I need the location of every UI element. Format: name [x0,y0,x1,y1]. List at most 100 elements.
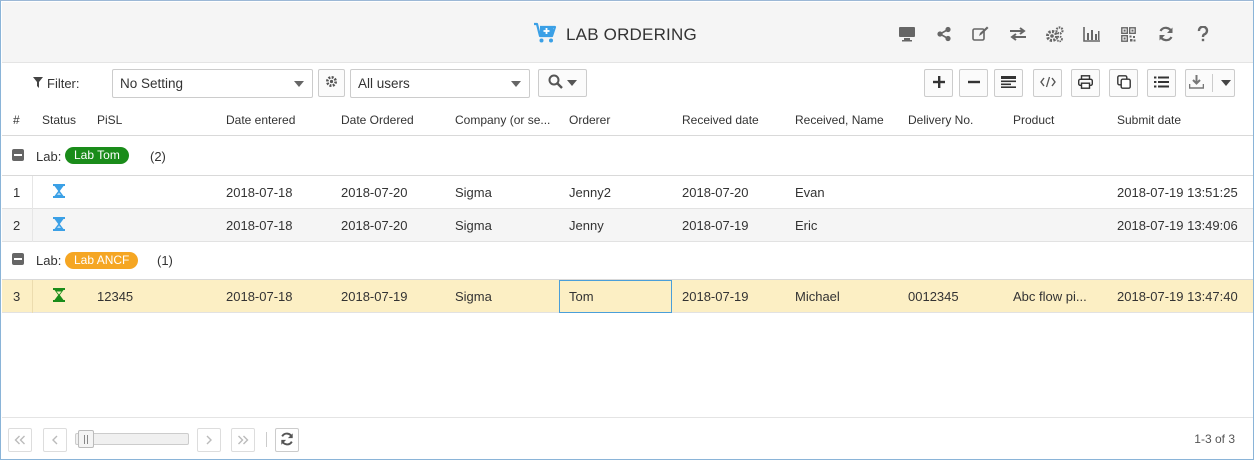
cell-submit-date: 2018-07-19 13:51:25 [1117,185,1238,200]
refresh-icon[interactable] [1147,24,1184,44]
cell-received-name: Michael [795,289,840,304]
chevron-down-icon[interactable] [1221,80,1231,86]
cell-orderer[interactable]: Tom [569,289,594,304]
copy-button[interactable] [1109,69,1138,97]
refresh-icon [280,432,294,449]
monitor-icon[interactable] [888,24,925,44]
header-toolbar [888,24,1221,44]
row-number: 1 [13,185,21,200]
list-button[interactable] [1147,69,1176,97]
exchange-icon[interactable] [999,24,1036,44]
double-chevron-right-icon [237,433,249,448]
orders-table: # Status PiSL Date entered Date Ordered … [2,102,1253,313]
divider [1212,74,1213,92]
column-header-pisl[interactable]: PiSL [97,113,122,127]
pager-info: 1-3 of 3 [1194,432,1235,446]
column-header-submit-date[interactable]: Submit date [1117,113,1181,127]
cell-date-ordered: 2018-07-20 [341,185,408,200]
collapse-icon[interactable] [12,253,24,265]
print-icon [1077,74,1094,92]
lab-badge: Lab ANCF [65,252,139,269]
page-title: LAB ORDERING [533,22,697,47]
users-select[interactable]: All users [350,69,530,98]
header-bar: LAB ORDERING [2,2,1253,63]
cell-company: Sigma [455,289,492,304]
cell-submit-date: 2018-07-19 13:47:40 [1117,289,1238,304]
gear-icon [325,75,338,91]
cell-company: Sigma [455,218,492,233]
copy-icon [1116,74,1131,92]
table-row[interactable]: 1 2018-07-18 2018-07-20 Sigma Jenny2 201… [2,176,1253,209]
cell-submit-date: 2018-07-19 13:49:06 [1117,218,1238,233]
qrcode-icon[interactable] [1110,24,1147,44]
table-header: # Status PiSL Date entered Date Ordered … [2,102,1253,136]
chevron-right-icon [205,433,213,448]
filter-label: Filter: [33,76,80,91]
column-header-received-name[interactable]: Received, Name [795,113,884,127]
cell-received-name: Evan [795,185,825,200]
filter-setting-select[interactable]: No Setting [112,69,313,98]
page-slider[interactable] [75,430,189,448]
group-label: Lab: [36,253,62,268]
cogs-icon[interactable] [1036,24,1073,44]
slider-handle[interactable] [78,430,94,448]
column-header-company[interactable]: Company (or se... [455,113,550,127]
group-header-lab-tom[interactable]: Lab: Lab Tom (2) [2,136,1253,176]
chevron-down-icon [567,80,577,86]
add-button[interactable] [924,69,953,97]
search-icon [548,74,563,92]
help-icon[interactable] [1184,24,1221,44]
column-header-product[interactable]: Product [1013,113,1054,127]
print-button[interactable] [1071,69,1100,97]
column-header-delivery-no[interactable]: Delivery No. [908,113,973,127]
pagination-bar: 1-3 of 3 [2,417,1253,459]
view-button[interactable] [994,69,1023,97]
next-page-button[interactable] [197,428,221,452]
cart-plus-icon [533,22,557,47]
filter-icon [33,76,43,91]
last-page-button[interactable] [231,428,255,452]
table-row[interactable]: 2 2018-07-18 2018-07-20 Sigma Jenny 2018… [2,209,1253,242]
cell-date-ordered: 2018-07-19 [341,289,408,304]
remove-button[interactable] [959,69,988,97]
filter-settings-button[interactable] [318,69,345,97]
cell-date-ordered: 2018-07-20 [341,218,408,233]
cell-received-date: 2018-07-19 [682,218,749,233]
cell-received-date: 2018-07-19 [682,289,749,304]
column-header-orderer[interactable]: Orderer [569,113,610,127]
bar-chart-icon[interactable] [1073,24,1110,44]
column-header-date-entered[interactable]: Date entered [226,113,295,127]
first-page-button[interactable] [8,428,32,452]
column-header-date-ordered[interactable]: Date Ordered [341,113,414,127]
prev-page-button[interactable] [43,428,67,452]
column-header-num[interactable]: # [13,113,20,127]
collapse-icon[interactable] [12,149,24,161]
download-icon [1188,74,1205,92]
search-button[interactable] [538,69,587,97]
hourglass-icon [53,217,65,234]
download-button[interactable] [1185,69,1235,97]
column-header-status[interactable]: Status [42,113,76,127]
group-count: (2) [150,149,166,164]
chevron-left-icon [51,433,59,448]
table-row-selected[interactable]: 3 12345 2018-07-18 2018-07-19 Sigma Tom … [2,280,1253,313]
reload-button[interactable] [275,428,299,452]
divider [266,432,267,447]
cell-received-name: Eric [795,218,818,233]
group-header-lab-ancf[interactable]: Lab: Lab ANCF (1) [2,242,1253,280]
cell-orderer: Jenny2 [569,185,611,200]
cell-delivery-no: 0012345 [908,289,959,304]
column-header-received-date[interactable]: Received date [682,113,759,127]
app-window: LAB ORDERING Filter: No Setting All user… [0,0,1254,460]
cell-received-date: 2018-07-20 [682,185,749,200]
cell-pisl: 12345 [97,289,134,304]
code-button[interactable] [1033,69,1062,97]
share-icon[interactable] [925,24,962,44]
cell-company: Sigma [455,185,492,200]
edit-icon[interactable] [962,24,999,44]
cell-product: Abc flow pi... [1013,289,1087,304]
group-label: Lab: [36,149,62,164]
row-number: 3 [13,289,21,304]
hourglass-icon [53,288,65,305]
cell-date-entered: 2018-07-18 [226,289,293,304]
